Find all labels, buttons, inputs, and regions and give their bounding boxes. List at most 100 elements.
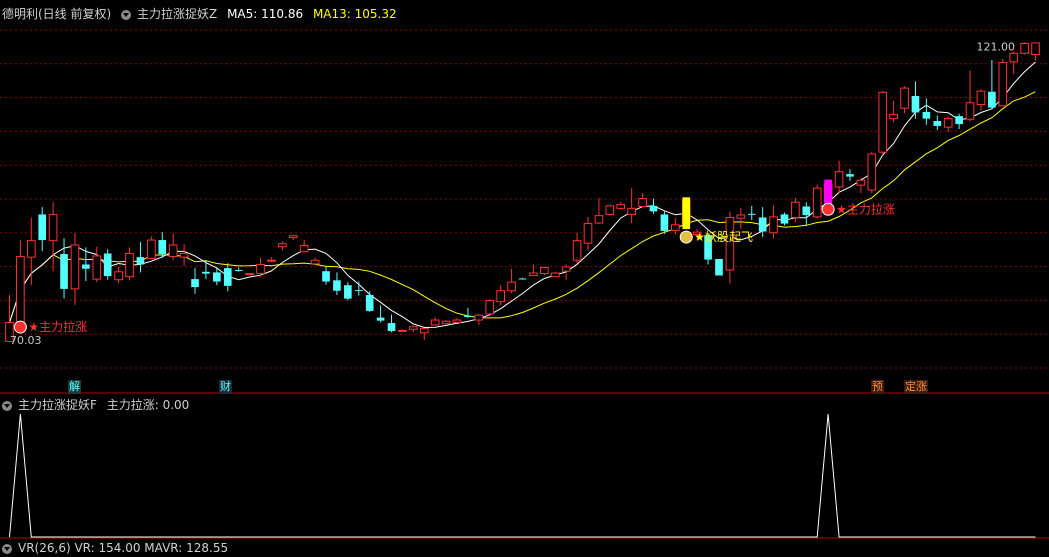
candle-body-down (354, 290, 363, 292)
candle-body-up (594, 215, 604, 224)
candle-body-up (267, 259, 276, 262)
candle-body-up (616, 204, 626, 209)
signal-ball-icon (821, 202, 835, 216)
candle-body-down (136, 257, 145, 265)
candle-body-down (376, 317, 385, 321)
candle-body-up (889, 113, 898, 120)
candle-body-up (496, 290, 505, 303)
sub-indicator-line (9, 413, 1036, 538)
candle-body-down (38, 214, 47, 241)
candle-body-up (485, 299, 495, 315)
tag-jie[interactable]: 解 (68, 380, 81, 394)
stock-title: 德明利(日线 前复权) (2, 7, 112, 21)
candle-body-down (933, 121, 942, 126)
candle-body-up (147, 239, 156, 259)
candle-body-up (168, 244, 178, 258)
candle-body-down (365, 294, 374, 311)
candle-body-up (583, 223, 593, 244)
tag-dingzhang[interactable]: 定涨 (904, 380, 928, 394)
candle-body-up (1031, 42, 1040, 56)
candle-body-up (409, 326, 418, 330)
high-price-label: 121.00 (977, 40, 1016, 53)
candle-body-down (758, 217, 767, 232)
candle-body-down (82, 264, 90, 269)
candle-body-up (900, 87, 909, 109)
sub-panel-header: 主力拉涨捉妖F 主力拉涨: 0.00 (2, 396, 195, 414)
candle-body-up (256, 263, 265, 275)
candle-body-up (572, 240, 582, 261)
candle-body-down (234, 269, 243, 271)
candle-body-up (114, 271, 123, 281)
candle-body-up (441, 320, 451, 325)
candle-body-up (310, 259, 320, 265)
bottom-indicator-strip: VR(26,6) VR: 154.00 MAVR: 128.55 (2, 539, 234, 557)
ma13-value: MA13: 105.32 (312, 7, 397, 21)
candle-body-up (638, 198, 647, 207)
candle-body-up (70, 244, 80, 290)
candle-body-up (288, 235, 298, 239)
signal-ball-icon (13, 320, 27, 334)
candle-body-up (943, 118, 953, 128)
indicator-toggle-icon[interactable] (121, 9, 132, 20)
candle-body-down (387, 323, 396, 332)
low-price-label: 70.03 (10, 334, 42, 347)
candle-body-down (202, 271, 210, 274)
bottom-indicator-text: VR(26,6) VR: 154.00 MAVR: 128.55 (18, 541, 229, 555)
signal-annotation: ★主力拉涨 (836, 201, 895, 216)
candle-body-down (518, 278, 527, 280)
sub-indicator-toggle-icon[interactable] (2, 400, 12, 411)
candle-body-up (878, 91, 888, 153)
candle-body-up (179, 252, 189, 258)
candle-body-down (955, 116, 963, 125)
candle-body-down (322, 271, 330, 282)
candle-body-down (158, 240, 167, 255)
sub-indicator-name[interactable]: 主力拉涨捉妖F (18, 398, 97, 412)
candle-body-up (856, 179, 866, 186)
candle-body-up (867, 153, 877, 191)
tag-yu[interactable]: 预 (871, 380, 884, 394)
candle-body-down (191, 279, 199, 288)
sub-indicator-value: 主力拉涨: 0.00 (106, 398, 190, 412)
candle-body-down (988, 91, 996, 108)
signal-annotation: ★妖股起飞 (694, 230, 753, 244)
candle-body-up (627, 207, 636, 215)
money-bag-icon (679, 230, 693, 244)
candle-body-up (48, 213, 58, 242)
candle-body-up (529, 272, 538, 276)
candle-body-down (333, 280, 341, 291)
candle-body-down (715, 258, 723, 276)
candle-body-down (649, 205, 658, 212)
candle-body-down (223, 268, 232, 286)
candle-body-up (671, 224, 680, 231)
candle-body-down (747, 213, 756, 215)
signal-bar-magenta (824, 179, 832, 206)
candle-body-down (922, 111, 931, 119)
candle-body-down (60, 254, 68, 289)
candle-body-up (834, 171, 844, 188)
candle-body-down (213, 272, 221, 282)
tag-cai[interactable]: 财 (219, 380, 232, 394)
candle-body-up (965, 102, 975, 120)
candle-body-down (660, 214, 669, 231)
candle-body-down (846, 174, 854, 177)
candle-body-up (92, 255, 102, 280)
candle-body-up (769, 216, 778, 234)
candle-body-up (507, 281, 516, 292)
candle-body-up (278, 243, 287, 248)
indicator-name[interactable]: 主力拉涨捉妖Z (137, 7, 217, 21)
candle-body-up (430, 319, 440, 326)
candle-body-up (976, 90, 986, 106)
candle-body-up (125, 252, 134, 278)
candle-body-up (419, 328, 429, 334)
candle-body-down (802, 206, 811, 216)
candle-body-down (780, 214, 789, 224)
candle-body-up (998, 61, 1008, 107)
candle-body-down (911, 96, 920, 113)
candle-body-up (474, 314, 484, 321)
ma5-value: MA5: 110.86 (227, 7, 304, 21)
candle-body-up (550, 272, 560, 278)
candle-body-up (1009, 52, 1019, 63)
candle-body-up (245, 273, 254, 276)
candle-body-up (398, 329, 407, 332)
bottom-indicator-toggle-icon[interactable] (2, 543, 12, 554)
